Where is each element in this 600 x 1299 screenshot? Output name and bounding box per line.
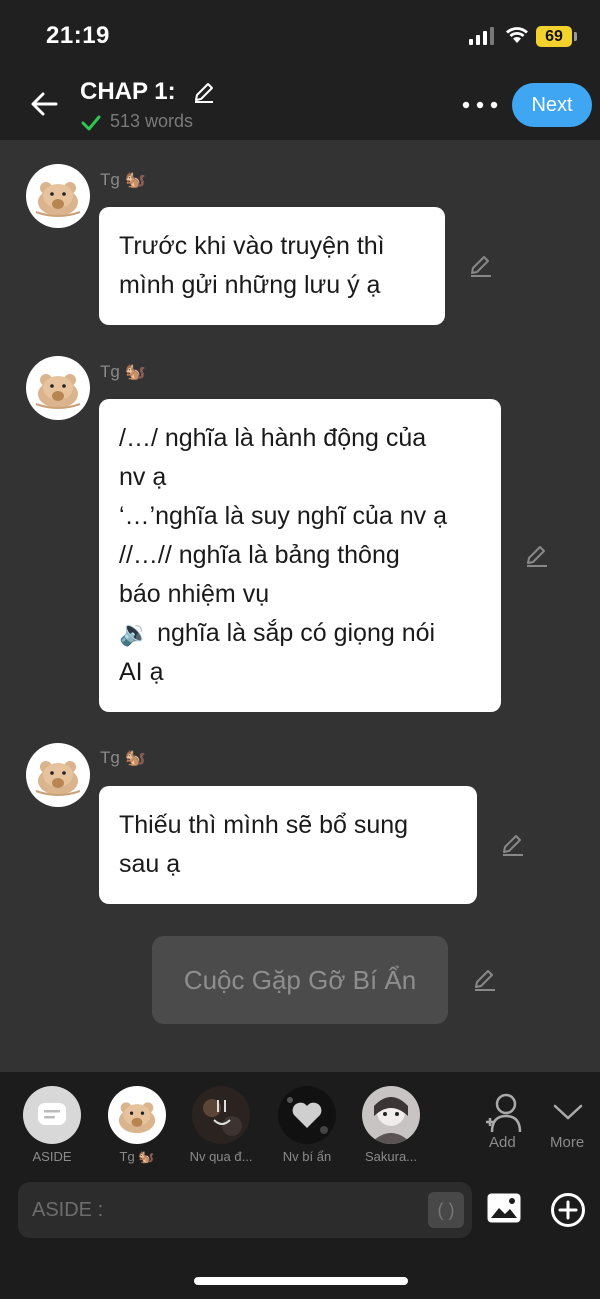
add-character-icon[interactable] bbox=[484, 1092, 524, 1136]
message-line: Trước khi vào truyện thì bbox=[119, 232, 385, 260]
character-label: Tg 🐿️ bbox=[119, 1149, 155, 1164]
action-paren-button[interactable]: ( ) bbox=[428, 1192, 464, 1228]
editor-header: CHAP 1: 513 words Next bbox=[0, 72, 600, 140]
signal-icon bbox=[469, 27, 494, 45]
message-line: sau ạ bbox=[119, 850, 181, 878]
chapter-title[interactable]: CHAP 1: bbox=[80, 78, 176, 106]
hamster-avatar-icon bbox=[35, 374, 81, 409]
character-portrait-icon bbox=[203, 1099, 242, 1136]
message-line: Thiếu thì mình sẽ bổ sung bbox=[119, 811, 409, 839]
character-sakura[interactable] bbox=[362, 1086, 420, 1144]
message-bubble[interactable]: Thiếu thì mình sẽ bổ sung sau ạ bbox=[99, 786, 477, 904]
chat-bubble-icon bbox=[38, 1103, 66, 1125]
image-icon[interactable] bbox=[486, 1192, 522, 1224]
character-nv-qua[interactable] bbox=[192, 1086, 250, 1144]
hamster-avatar-icon bbox=[35, 182, 81, 217]
battery-tip bbox=[574, 32, 577, 41]
next-button[interactable]: Next bbox=[512, 83, 592, 127]
message-line: ‘…’nghĩa là suy nghĩ của nv ạ bbox=[119, 502, 447, 530]
heart-portrait-icon bbox=[287, 1097, 328, 1134]
character-label: Nv bí ẩn bbox=[282, 1149, 332, 1164]
message-line: báo nhiệm vụ bbox=[119, 580, 270, 608]
sender-name: Tg 🐿️ bbox=[100, 362, 146, 381]
message-bubble[interactable]: Trước khi vào truyện thì mình gửi những … bbox=[99, 207, 445, 325]
message-bubble[interactable]: /…/ nghĩa là hành động của nv ạ ‘…’nghĩa… bbox=[99, 399, 501, 712]
sender-avatar[interactable] bbox=[26, 164, 90, 228]
character-aside[interactable] bbox=[23, 1086, 81, 1144]
hamster-avatar-icon bbox=[35, 761, 81, 796]
character-nv-bi-an[interactable] bbox=[278, 1086, 336, 1144]
edit-message-icon[interactable] bbox=[468, 253, 494, 279]
character-label: ASIDE bbox=[32, 1149, 72, 1164]
status-time: 21:19 bbox=[46, 22, 110, 49]
sender-avatar[interactable] bbox=[26, 356, 90, 420]
message-input[interactable] bbox=[32, 1182, 432, 1238]
hamster-avatar-icon bbox=[118, 1102, 156, 1134]
wifi-icon bbox=[506, 27, 528, 43]
sender-avatar[interactable] bbox=[26, 743, 90, 807]
add-label[interactable]: Add bbox=[489, 1134, 516, 1151]
chevron-down-icon[interactable] bbox=[552, 1102, 584, 1122]
status-bar: 21:19 69 bbox=[0, 0, 600, 72]
character-portrait-icon bbox=[370, 1097, 412, 1144]
composer-panel: ASIDE Tg 🐿️ Nv qua đ... Nv bí ẩn Sakura.… bbox=[0, 1072, 600, 1299]
edit-message-icon[interactable] bbox=[524, 543, 550, 569]
word-count: 513 words bbox=[110, 111, 194, 131]
back-arrow-icon[interactable] bbox=[28, 88, 60, 120]
battery-indicator: 69 bbox=[536, 26, 572, 47]
character-label: Sakura... bbox=[364, 1149, 418, 1164]
message-input-box: ( ) bbox=[18, 1182, 472, 1238]
message-line: mình gửi những lưu ý ạ bbox=[119, 271, 381, 299]
aside-narration[interactable]: Cuộc Gặp Gỡ Bí Ẩn bbox=[152, 936, 448, 1024]
character-label: Nv qua đ... bbox=[189, 1149, 253, 1164]
edit-aside-icon[interactable] bbox=[472, 967, 498, 993]
message-line: /…/ nghĩa là hành động của bbox=[119, 424, 427, 452]
pencil-icon[interactable] bbox=[192, 80, 216, 104]
more-label[interactable]: More bbox=[550, 1134, 584, 1151]
plus-icon[interactable] bbox=[550, 1192, 586, 1228]
message-line: 🔉 nghĩa là sắp có giọng nói bbox=[119, 619, 436, 647]
more-options-icon[interactable] bbox=[462, 100, 498, 110]
sender-name: Tg 🐿️ bbox=[100, 170, 146, 189]
home-indicator[interactable] bbox=[194, 1277, 408, 1285]
message-line: AI ạ bbox=[119, 658, 164, 686]
message-line: nv ạ bbox=[119, 463, 167, 491]
edit-message-icon[interactable] bbox=[500, 832, 526, 858]
sender-name: Tg 🐿️ bbox=[100, 748, 146, 767]
character-tg[interactable] bbox=[108, 1086, 166, 1144]
check-icon bbox=[81, 115, 101, 131]
message-line: //…// nghĩa là bảng thông bbox=[119, 541, 400, 569]
